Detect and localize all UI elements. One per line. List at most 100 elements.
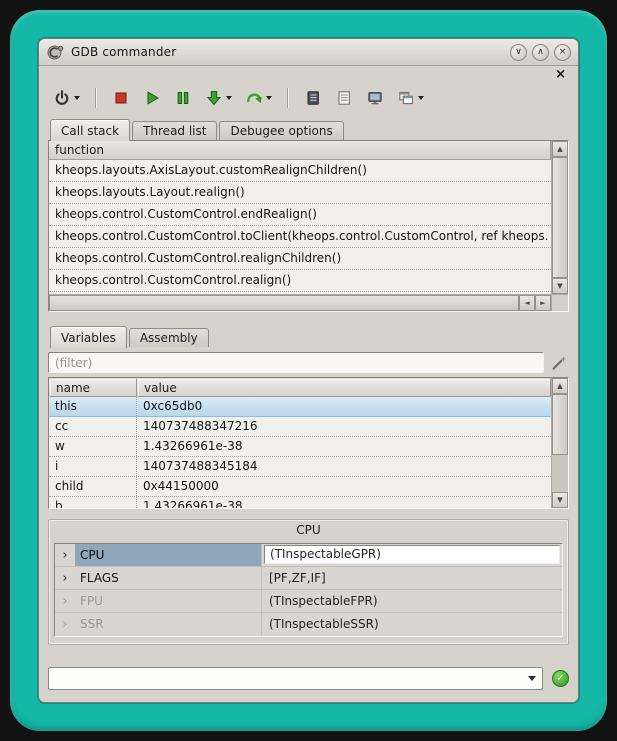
cpu-panel-title: CPU — [54, 523, 563, 539]
stop-button[interactable] — [109, 85, 133, 111]
tab-debugee-options[interactable]: Debugee options — [219, 121, 343, 140]
register-group-value: (TInspectableFPR) — [261, 590, 562, 612]
variable-name-cell: cc — [49, 417, 137, 436]
name-column-header[interactable]: name — [49, 378, 137, 397]
confirm-command-button[interactable] — [552, 670, 569, 687]
tab-variables[interactable]: Variables — [50, 326, 127, 348]
titlebar[interactable]: GDB commander ∨ ∧ × — [39, 39, 578, 66]
step-over-icon — [245, 89, 263, 107]
variable-name-cell: w — [49, 437, 137, 456]
scrollbar-track[interactable] — [552, 157, 568, 278]
variable-row[interactable]: i 140737488345184 — [49, 457, 551, 477]
show-cpu-button[interactable] — [363, 85, 387, 111]
scrollbar-track[interactable] — [49, 295, 519, 311]
titlebar-buttons: ∨ ∧ × — [510, 44, 571, 61]
scrollbar-thumb[interactable] — [49, 295, 519, 311]
client-area: × — [39, 66, 578, 702]
gdb-commander-app-icon — [46, 43, 65, 62]
windows-icon — [397, 89, 415, 107]
show-log-button[interactable] — [301, 85, 325, 111]
monitor-icon — [366, 89, 384, 107]
scrollbar-thumb[interactable] — [552, 394, 568, 455]
expand-icon[interactable] — [55, 549, 75, 562]
wand-icon — [550, 354, 568, 372]
tab-call-stack[interactable]: Call stack — [50, 119, 130, 141]
scroll-down-icon[interactable] — [552, 278, 568, 294]
step-into-button[interactable] — [202, 85, 235, 111]
variable-name-cell: i — [49, 457, 137, 476]
expand-icon[interactable] — [55, 572, 75, 585]
tab-assembly[interactable]: Assembly — [129, 328, 209, 347]
command-combobox[interactable] — [48, 667, 543, 690]
function-column-header[interactable]: function — [49, 141, 551, 160]
desktop-background: GDB commander ∨ ∧ × × — [0, 0, 617, 741]
call-stack-row[interactable]: kheops.layouts.AxisLayout.customRealignC… — [49, 160, 551, 182]
call-stack-row[interactable]: kheops.control.CustomControl.realignChil… — [49, 248, 551, 270]
variables-panel: name value this 0xc65db0 cc 140737488347… — [48, 377, 569, 509]
variable-name-cell: child — [49, 477, 137, 496]
maximize-button[interactable]: ∧ — [532, 44, 549, 61]
screen-frame: GDB commander ∨ ∧ × × — [10, 10, 607, 731]
register-group-value: (TInspectableGPR) — [261, 544, 562, 566]
call-stack-row[interactable]: kheops.control.CustomControl.realign() — [49, 270, 551, 292]
scroll-right-icon[interactable] — [535, 295, 551, 311]
notebook-icon — [304, 89, 322, 107]
app-icon[interactable] — [46, 43, 65, 62]
power-button[interactable] — [50, 85, 83, 111]
cpu-register-row[interactable]: SSR (TInspectableSSR) — [55, 613, 562, 636]
call-stack-row[interactable]: kheops.control.CustomControl.toClient(kh… — [49, 226, 551, 248]
variable-row[interactable]: b 1.43266961e-38 — [49, 497, 551, 508]
variable-row[interactable]: w 1.43266961e-38 — [49, 437, 551, 457]
register-group-name: FPU — [75, 590, 261, 612]
register-group-name: FLAGS — [75, 567, 261, 589]
show-output-button[interactable] — [332, 85, 356, 111]
cpu-register-row[interactable]: FLAGS [PF,ZF,IF] — [55, 567, 562, 590]
call-stack-horizontal-scrollbar[interactable] — [49, 294, 551, 311]
register-group-value: [PF,ZF,IF] — [261, 567, 562, 589]
variable-value-cell: 140737488345184 — [137, 457, 551, 476]
variables-vertical-scrollbar[interactable] — [551, 378, 568, 508]
cpu-panel: CPU CPU (TInspectableGPR) FLAGS [PF,ZF,I… — [48, 519, 569, 645]
call-stack-panel: function kheops.layouts.AxisLayout.custo… — [48, 140, 569, 312]
filter-input[interactable] — [48, 352, 544, 373]
chevron-down-icon — [266, 96, 272, 100]
scroll-left-icon[interactable] — [519, 295, 535, 311]
call-stack-vertical-scrollbar[interactable] — [551, 141, 568, 294]
variable-value-cell: 0xc65db0 — [137, 397, 551, 416]
panel-close-button[interactable]: × — [552, 67, 569, 81]
scrollbar-track[interactable] — [552, 394, 568, 492]
stop-icon — [112, 89, 130, 107]
cpu-register-row[interactable]: FPU (TInspectableFPR) — [55, 590, 562, 613]
register-group-name: CPU — [75, 544, 261, 566]
call-stack-row[interactable]: kheops.control.CustomControl.endRealign(… — [49, 204, 551, 226]
play-icon — [143, 89, 161, 107]
variable-row[interactable]: cc 140737488347216 — [49, 417, 551, 437]
value-column-header[interactable]: value — [137, 378, 551, 397]
continue-button[interactable] — [140, 85, 164, 111]
scroll-down-icon[interactable] — [552, 492, 568, 508]
tab-thread-list[interactable]: Thread list — [132, 121, 217, 140]
scroll-up-icon[interactable] — [552, 141, 568, 157]
minimize-button[interactable]: ∨ — [510, 44, 527, 61]
scrollbar-thumb[interactable] — [552, 157, 568, 278]
step-over-button[interactable] — [242, 85, 275, 111]
filter-wand-button[interactable] — [549, 353, 569, 373]
variable-row[interactable]: this 0xc65db0 — [49, 397, 551, 417]
show-windows-button[interactable] — [394, 85, 427, 111]
register-group-name: SSR — [75, 613, 261, 636]
register-group-value: (TInspectableSSR) — [261, 613, 562, 636]
expand-icon[interactable] — [55, 618, 75, 631]
pause-button[interactable] — [171, 85, 195, 111]
scroll-up-icon[interactable] — [552, 378, 568, 394]
variable-row[interactable]: child 0x44150000 — [49, 477, 551, 497]
toolbar-separator — [95, 88, 97, 108]
call-stack-row[interactable]: kheops.layouts.Layout.realign() — [49, 182, 551, 204]
middle-tabbar: Variables Assembly — [48, 324, 569, 347]
window-title: GDB commander — [71, 45, 176, 59]
command-input[interactable] — [49, 668, 522, 689]
combobox-dropdown-button[interactable] — [522, 668, 542, 689]
close-button[interactable]: × — [554, 44, 571, 61]
expand-icon[interactable] — [55, 595, 75, 608]
register-value-editor[interactable]: (TInspectableGPR) — [264, 545, 560, 564]
cpu-register-row[interactable]: CPU (TInspectableGPR) — [55, 544, 562, 567]
